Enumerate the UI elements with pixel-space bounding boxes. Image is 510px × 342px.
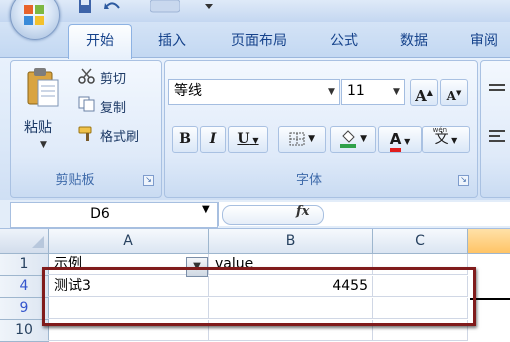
- cut-icon[interactable]: [78, 68, 96, 84]
- format-painter-button[interactable]: 格式刷: [100, 126, 139, 145]
- bold-button[interactable]: B: [172, 126, 198, 153]
- borders-icon: [289, 132, 305, 145]
- tab-insert[interactable]: 插入: [148, 30, 196, 52]
- customize-qat-icon[interactable]: [204, 0, 214, 14]
- paste-dropdown-arrow[interactable]: ▼: [40, 140, 47, 150]
- font-color-label: A: [389, 131, 402, 152]
- shrink-font-button[interactable]: A▼: [440, 79, 468, 106]
- tab-formulas[interactable]: 公式: [320, 30, 368, 52]
- redo-icon[interactable]: [150, 0, 180, 14]
- tab-data[interactable]: 数据: [390, 30, 438, 52]
- align-top-icon[interactable]: [488, 82, 506, 98]
- tab-page-layout[interactable]: 页面布局: [220, 30, 298, 52]
- tab-review[interactable]: 审阅: [460, 30, 508, 52]
- office-logo-icon: [24, 5, 44, 25]
- phonetic-guide-button[interactable]: wén 文 ▼: [422, 126, 470, 153]
- save-icon[interactable]: [78, 0, 92, 14]
- grow-font-button[interactable]: A▲: [410, 79, 438, 106]
- paste-icon[interactable]: [26, 66, 60, 108]
- font-size-arrow-icon[interactable]: ▼: [393, 87, 400, 97]
- name-box-value: D6: [90, 206, 110, 222]
- name-box-arrow-icon[interactable]: ▼: [202, 204, 210, 215]
- cut-button[interactable]: 剪切: [100, 68, 126, 87]
- font-group-label: 字体: [295, 173, 322, 188]
- select-all-triangle-icon: [32, 236, 44, 248]
- borders-button[interactable]: ▼: [278, 126, 326, 153]
- title-bar: [0, 0, 510, 22]
- italic-button[interactable]: I: [200, 126, 226, 153]
- fill-color-button[interactable]: ▼: [330, 126, 376, 153]
- font-launcher-icon[interactable]: ↘: [458, 175, 469, 186]
- column-header-a[interactable]: A: [48, 229, 209, 253]
- copy-icon[interactable]: [78, 96, 96, 112]
- tab-home[interactable]: 开始: [68, 24, 132, 59]
- phonetic-label: wén: [432, 126, 448, 134]
- undo-icon[interactable]: [104, 0, 122, 14]
- column-header-c[interactable]: C: [373, 229, 468, 253]
- font-name-value: 等线: [174, 83, 202, 99]
- font-name-arrow-icon[interactable]: ▼: [328, 87, 335, 97]
- align-left-icon[interactable]: [488, 128, 506, 144]
- column-header-d-selected[interactable]: [468, 229, 510, 254]
- font-color-button[interactable]: A ▼: [378, 126, 422, 153]
- insert-function-button[interactable]: fx: [296, 204, 309, 219]
- highlight-annotation-box: [42, 267, 476, 326]
- paste-button[interactable]: 粘贴: [24, 117, 52, 137]
- font-size-value: 11: [347, 83, 365, 99]
- annotation-line: [470, 298, 510, 300]
- fill-bucket-icon: [339, 129, 356, 148]
- copy-button[interactable]: 复制: [100, 97, 126, 116]
- underline-button[interactable]: U ▼: [228, 126, 268, 153]
- clipboard-launcher-icon[interactable]: ↘: [143, 175, 154, 186]
- format-painter-icon[interactable]: [78, 126, 98, 142]
- column-header-b[interactable]: B: [209, 229, 373, 253]
- clipboard-group-label: 剪贴板: [55, 173, 95, 188]
